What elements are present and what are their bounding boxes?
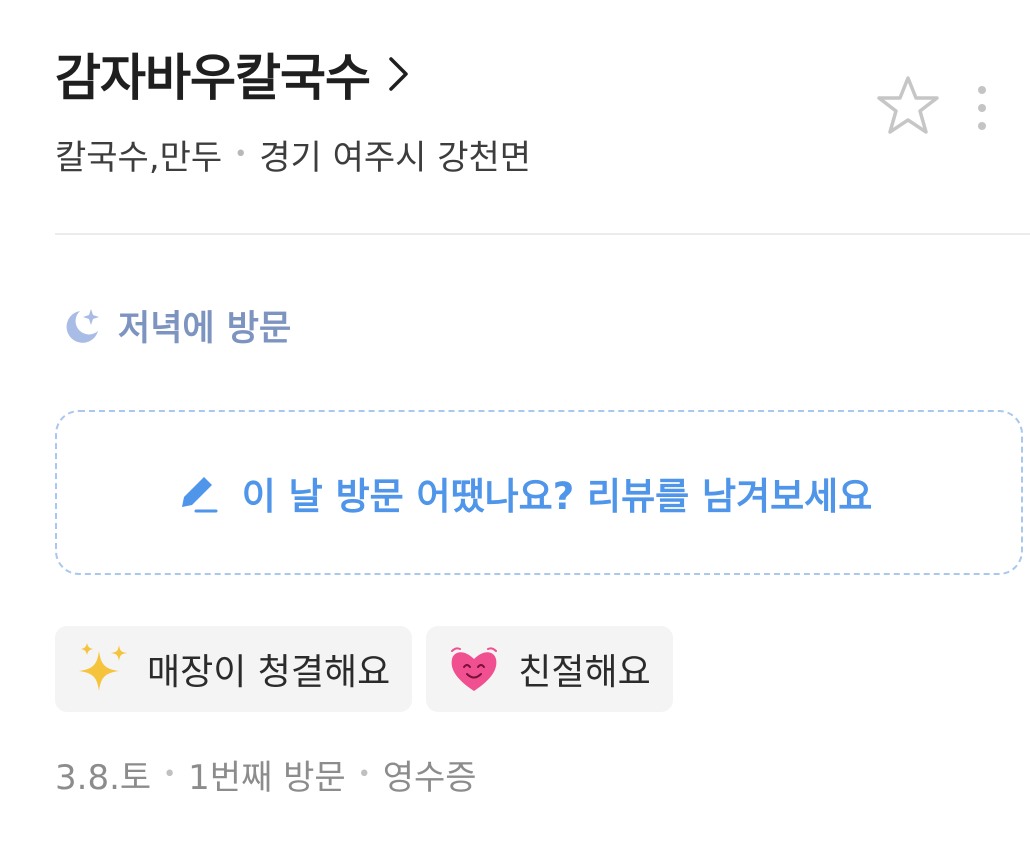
visit-date: 3.8.토 [55, 758, 152, 798]
visit-proof: 영수증 [382, 758, 477, 798]
review-tags: 매장이 청결해요 친절해요 [55, 626, 687, 712]
store-subtitle: 칼국수,만두 • 경기 여주시 강천면 [55, 130, 531, 179]
store-category: 칼국수,만두 [55, 138, 223, 178]
tag-label: 매장이 청결해요 [147, 652, 391, 693]
visit-meta: 3.8.토 • 1번째 방문 • 영수증 [55, 750, 477, 799]
section-divider [55, 233, 1030, 235]
bookmark-star-icon[interactable] [874, 74, 942, 138]
store-title-row[interactable]: 감자바우칼국수 [55, 38, 410, 110]
sparkles-icon [79, 643, 127, 691]
tag-chip: 매장이 청결해요 [55, 626, 413, 712]
more-options-icon[interactable] [972, 82, 992, 138]
write-review-text[interactable]: 이 날 방문 어땠나요? 리뷰를 남겨보세요 [242, 466, 873, 520]
separator-dot: • [163, 762, 177, 787]
smiling-heart-icon [451, 647, 498, 691]
visit-time: 저녁에 방문 [58, 300, 291, 351]
tag-chip: 친절해요 [426, 626, 673, 712]
moon-icon [66, 308, 99, 343]
separator-dot: • [234, 142, 248, 167]
store-location: 경기 여주시 강천면 [259, 138, 532, 178]
chevron-right-icon[interactable] [388, 56, 410, 92]
visit-count: 1번째 방문 [188, 758, 346, 798]
visit-time-label: 저녁에 방문 [118, 309, 292, 349]
write-review-button[interactable]: 이 날 방문 어땠나요? 리뷰를 남겨보세요 [55, 410, 1023, 575]
store-name[interactable]: 감자바우칼국수 [55, 38, 371, 110]
pencil-icon [181, 476, 218, 512]
separator-dot: • [357, 762, 371, 787]
tag-label: 친절해요 [518, 652, 651, 693]
